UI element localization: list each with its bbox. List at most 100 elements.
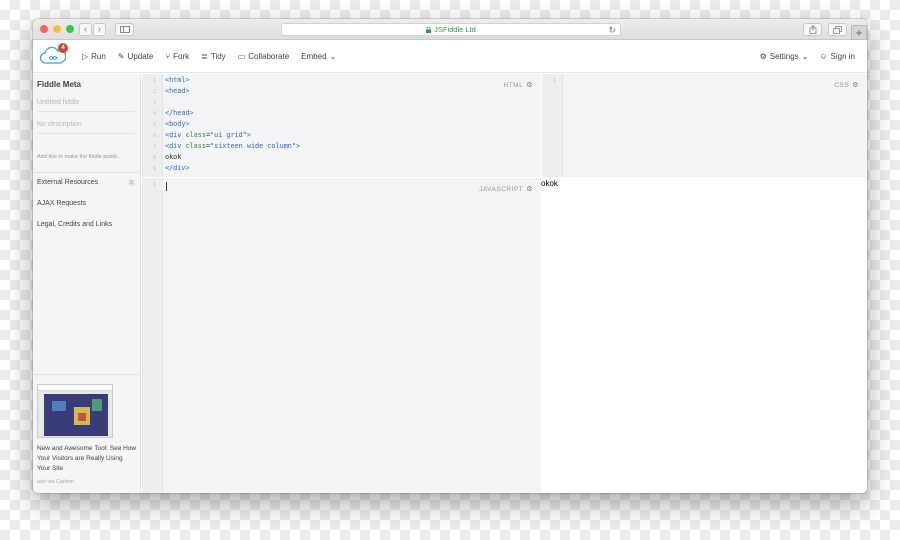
fork-button[interactable]: ⑂ Fork [165, 52, 189, 61]
sidebar-divider [33, 172, 141, 173]
lock-icon [426, 26, 432, 33]
tabs-overview-button[interactable] [828, 23, 847, 36]
run-button[interactable]: ▷ Run [82, 52, 106, 61]
notification-badge[interactable]: 4 [58, 43, 68, 53]
sidebar: Fiddle Meta Untitled fiddle No descripti… [33, 74, 141, 493]
update-button[interactable]: ✎ Update [118, 52, 154, 61]
action-toolbar: ▷ Run ✎ Update ⑂ Fork ≣ Tidy ▭ Collabora… [82, 40, 336, 73]
code-line: <head> [165, 87, 190, 95]
sidebar-divider [33, 374, 141, 375]
address-text: JSFiddle Ltd [434, 25, 476, 34]
sidebar-toggle-button[interactable] [115, 23, 134, 36]
line-number: 7 [152, 144, 156, 150]
address-bar[interactable]: JSFiddle Ltd ↻ [281, 23, 621, 36]
gear-icon: ⚙ [759, 52, 767, 61]
sidebar-title: Fiddle Meta [37, 80, 82, 89]
code-line: <html> [165, 76, 190, 84]
gear-icon[interactable]: ⚙ [852, 81, 859, 89]
code-line: <div class="ui grid"> [165, 131, 251, 139]
line-number: 1 [152, 182, 156, 188]
fork-icon: ⑂ [165, 52, 171, 61]
line-number: 8 [152, 155, 156, 161]
line-number: 4 [152, 111, 156, 117]
collaborate-button[interactable]: ▭ Collaborate [238, 52, 289, 61]
css-pane-label[interactable]: CSS ⚙ [834, 81, 859, 90]
back-button[interactable]: ‹ [79, 23, 92, 36]
share-icon [809, 25, 816, 34]
sidebar-icon [119, 26, 130, 33]
close-window-button[interactable] [40, 25, 48, 33]
javascript-pane-label[interactable]: JAVASCRIPT ⚙ [479, 185, 533, 194]
css-editor[interactable]: 1 CSS ⚙ [542, 74, 867, 177]
chevron-right-icon: › [97, 24, 102, 35]
code-line: <body> [165, 120, 190, 128]
code-token: > [246, 131, 251, 139]
minimize-window-button[interactable] [53, 25, 61, 33]
tabs-icon [833, 25, 842, 34]
settings-label: Settings [769, 52, 799, 61]
reload-icon[interactable]: ↻ [608, 24, 616, 36]
tidy-icon: ≣ [201, 52, 208, 61]
user-icon: ☺ [819, 52, 828, 61]
gear-icon[interactable]: ⚙ [526, 185, 533, 193]
signin-label: Sign in [830, 52, 855, 61]
sidebar-item-legal-credits[interactable]: Legal, Credits and Links [37, 221, 112, 228]
line-gutter: 1 [542, 74, 563, 177]
result-output: okok [541, 179, 558, 188]
carbon-ad[interactable]: New and Awesome Tool: See How Your Visit… [37, 384, 137, 485]
sidebar-item-external-resources[interactable]: External Resources [37, 179, 98, 186]
traffic-lights [40, 25, 74, 33]
ad-via[interactable]: ads via Carbon [37, 479, 137, 485]
code-token: class [185, 131, 206, 139]
code-token: class [185, 142, 206, 150]
chevron-down-icon: ⌄ [329, 52, 337, 61]
code-token: <div [165, 142, 186, 150]
html-pane-label[interactable]: HTML ⚙ [503, 81, 533, 90]
chat-icon: ▭ [237, 52, 246, 61]
fiddle-description-input[interactable]: No description [37, 121, 135, 134]
public-hint: Add title to make the fiddle public. [37, 154, 120, 160]
tidy-button[interactable]: ≣ Tidy [201, 52, 226, 61]
settings-button[interactable]: ⚙ Settings ⌄ [760, 52, 809, 61]
fork-label: Fork [173, 52, 190, 61]
javascript-label-text: JAVASCRIPT [479, 185, 524, 193]
browser-titlebar: ‹ › JSFiddle Ltd ↻ [33, 19, 867, 40]
chevron-left-icon: ‹ [83, 24, 88, 35]
fiddle-title-input[interactable]: Untitled fiddle [37, 99, 135, 112]
chevron-down-icon: ⌄ [801, 52, 809, 61]
code-token: > [295, 142, 301, 150]
result-pane[interactable]: okok [541, 178, 867, 493]
css-label-text: CSS [834, 81, 850, 89]
ad-text[interactable]: New and Awesome Tool: See How Your Visit… [37, 444, 137, 474]
browser-window: ‹ › JSFiddle Ltd ↻ 4 ▷ Run ✎ Update ⑂ Fo… [33, 19, 867, 493]
embed-label: Embed [301, 52, 327, 61]
line-number: 2 [152, 89, 156, 95]
code-line: okok [165, 153, 182, 161]
update-label: Update [127, 52, 154, 61]
line-number: 1 [152, 78, 156, 84]
line-number: 3 [152, 100, 156, 106]
javascript-editor[interactable]: 1 JAVASCRIPT ⚙ [142, 178, 541, 493]
code-line: <div class="sixteen wide column"> [165, 142, 300, 150]
embed-button[interactable]: Embed ⌄ [301, 52, 336, 61]
gear-icon[interactable]: ⚙ [526, 81, 533, 89]
line-gutter: 1 2 3 4 5 6 7 8 9 [142, 74, 163, 177]
line-number: 9 [152, 166, 156, 172]
signin-button[interactable]: ☺ Sign in [819, 52, 855, 61]
new-tab-button[interactable]: + [851, 25, 867, 40]
tidy-label: Tidy [210, 52, 226, 61]
code-token: "sixteen wide column" [210, 142, 296, 150]
share-button[interactable] [803, 23, 822, 36]
ad-thumbnail[interactable] [37, 384, 113, 438]
text-cursor [166, 182, 167, 191]
code-token: <div [165, 131, 186, 139]
line-number: 5 [152, 122, 156, 128]
code-token: "ui grid" [210, 131, 247, 139]
html-editor[interactable]: 1 2 3 4 5 6 7 8 9 <html> <head> </head> … [142, 74, 541, 177]
app-header: 4 ▷ Run ✎ Update ⑂ Fork ≣ Tidy ▭ Collabo… [33, 40, 867, 73]
forward-button[interactable]: › [93, 23, 106, 36]
html-label-text: HTML [503, 81, 524, 89]
zoom-window-button[interactable] [66, 25, 74, 33]
sidebar-item-ajax-requests[interactable]: AJAX Requests [37, 200, 86, 207]
resource-count-badge: 2 [127, 180, 135, 186]
